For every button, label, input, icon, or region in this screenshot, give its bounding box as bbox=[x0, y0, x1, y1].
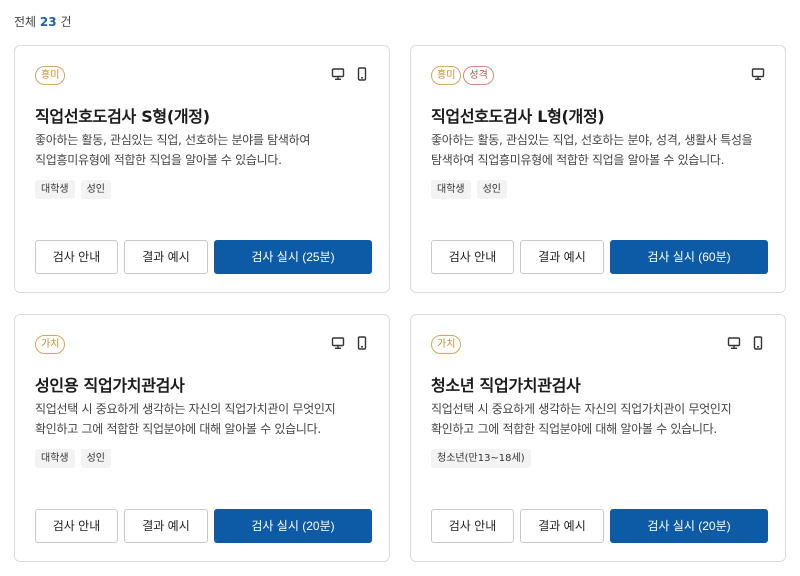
result-count-suffix: 건 bbox=[60, 15, 72, 29]
result-count-prefix: 전체 bbox=[14, 15, 37, 29]
mobile-icon bbox=[753, 336, 763, 350]
target-tag: 대학생 bbox=[431, 180, 471, 199]
start-test-button[interactable]: 검사 실시 (20분) bbox=[610, 509, 768, 543]
pc-icon bbox=[331, 68, 345, 81]
test-title: 직업선호도검사 L형(개정) bbox=[431, 107, 605, 126]
mobile-icon bbox=[357, 67, 367, 81]
test-title: 청소년 직업가치관검사 bbox=[431, 376, 581, 395]
test-guide-button[interactable]: 검사 안내 bbox=[35, 509, 118, 543]
test-card: 흥미 직업선호도검사 S형(개정) 좋아하는 활동, 관심있는 직업, 선호하는… bbox=[14, 45, 390, 293]
target-tag: 성인 bbox=[80, 180, 112, 199]
test-description: 직업선택 시 중요하게 생각하는 자신의 직업가치관이 무엇인지 확인하고 그에… bbox=[431, 399, 771, 439]
test-card: 흥미 성격 직업선호도검사 L형(개정) 좋아하는 활동, 관심있는 직업, 선… bbox=[410, 45, 786, 293]
test-card: 가치 청소년 직업가치관검사 직업선택 시 중요하게 생각하는 자신의 직업가치… bbox=[410, 314, 786, 562]
pc-icon bbox=[727, 337, 741, 350]
card-actions: 검사 안내 결과 예시 검사 실시 (20분) bbox=[35, 509, 372, 543]
test-description: 좋아하는 활동, 관심있는 직업, 선호하는 분야, 성격, 생활사 특성을 탐… bbox=[431, 130, 771, 170]
device-icons bbox=[331, 67, 369, 81]
start-test-button[interactable]: 검사 실시 (60분) bbox=[610, 240, 768, 274]
result-sample-button[interactable]: 결과 예시 bbox=[124, 240, 208, 274]
category-badge: 성격 bbox=[463, 66, 494, 85]
mobile-icon bbox=[357, 336, 367, 350]
result-count: 전체 23 건 bbox=[14, 13, 72, 30]
device-icons bbox=[727, 336, 765, 350]
test-description-line: 직업선택 시 중요하게 생각하는 자신의 직업가치관이 무엇인지 bbox=[35, 402, 336, 416]
test-description-line: 직업흥미유형에 적합한 직업을 알아볼 수 있습니다. bbox=[35, 153, 282, 167]
target-tag: 성인 bbox=[80, 449, 112, 468]
card-actions: 검사 안내 결과 예시 검사 실시 (60분) bbox=[431, 240, 768, 274]
test-description-line: 탐색하여 직업흥미유형에 적합한 직업을 알아볼 수 있습니다. bbox=[431, 153, 725, 167]
test-card: 가치 성인용 직업가치관검사 직업선택 시 중요하게 생각하는 자신의 직업가치… bbox=[14, 314, 390, 562]
test-title: 성인용 직업가치관검사 bbox=[35, 376, 185, 395]
category-badge: 가치 bbox=[35, 335, 66, 354]
test-description: 좋아하는 활동, 관심있는 직업, 선호하는 분야를 탐색하여 직업흥미유형에 … bbox=[35, 130, 375, 170]
target-tags: 대학생 성인 bbox=[431, 180, 508, 199]
test-guide-button[interactable]: 검사 안내 bbox=[35, 240, 118, 274]
test-description-line: 좋아하는 활동, 관심있는 직업, 선호하는 분야를 탐색하여 bbox=[35, 133, 311, 147]
start-test-button[interactable]: 검사 실시 (25분) bbox=[214, 240, 372, 274]
pc-icon bbox=[331, 337, 345, 350]
card-actions: 검사 안내 결과 예시 검사 실시 (25분) bbox=[35, 240, 372, 274]
target-tag: 성인 bbox=[476, 180, 508, 199]
pc-icon bbox=[751, 68, 765, 81]
target-tags: 대학생 성인 bbox=[35, 180, 112, 199]
start-test-button[interactable]: 검사 실시 (20분) bbox=[214, 509, 372, 543]
target-tag: 청소년(만13~18세) bbox=[431, 449, 531, 468]
test-title: 직업선호도검사 S형(개정) bbox=[35, 107, 210, 126]
target-tags: 대학생 성인 bbox=[35, 449, 112, 468]
category-badges: 흥미 bbox=[35, 66, 66, 85]
test-guide-button[interactable]: 검사 안내 bbox=[431, 240, 514, 274]
test-description: 직업선택 시 중요하게 생각하는 자신의 직업가치관이 무엇인지 확인하고 그에… bbox=[35, 399, 375, 439]
device-icons bbox=[331, 336, 369, 350]
category-badge: 흥미 bbox=[431, 66, 462, 85]
test-description-line: 확인하고 그에 적합한 직업분야에 대해 알아볼 수 있습니다. bbox=[431, 422, 717, 436]
target-tag: 대학생 bbox=[35, 180, 75, 199]
device-icons bbox=[751, 67, 765, 81]
result-sample-button[interactable]: 결과 예시 bbox=[520, 240, 604, 274]
result-sample-button[interactable]: 결과 예시 bbox=[520, 509, 604, 543]
target-tag: 대학생 bbox=[35, 449, 75, 468]
test-description-line: 직업선택 시 중요하게 생각하는 자신의 직업가치관이 무엇인지 bbox=[431, 402, 732, 416]
target-tags: 청소년(만13~18세) bbox=[431, 449, 531, 468]
result-count-number: 23 bbox=[39, 15, 57, 29]
test-description-line: 좋아하는 활동, 관심있는 직업, 선호하는 분야, 성격, 생활사 특성을 bbox=[431, 133, 753, 147]
category-badges: 가치 bbox=[35, 335, 66, 354]
category-badge: 흥미 bbox=[35, 66, 66, 85]
category-badges: 가치 bbox=[431, 335, 462, 354]
test-description-line: 확인하고 그에 적합한 직업분야에 대해 알아볼 수 있습니다. bbox=[35, 422, 321, 436]
test-guide-button[interactable]: 검사 안내 bbox=[431, 509, 514, 543]
card-actions: 검사 안내 결과 예시 검사 실시 (20분) bbox=[431, 509, 768, 543]
category-badge: 가치 bbox=[431, 335, 462, 354]
result-sample-button[interactable]: 결과 예시 bbox=[124, 509, 208, 543]
category-badges: 흥미 성격 bbox=[431, 66, 494, 85]
